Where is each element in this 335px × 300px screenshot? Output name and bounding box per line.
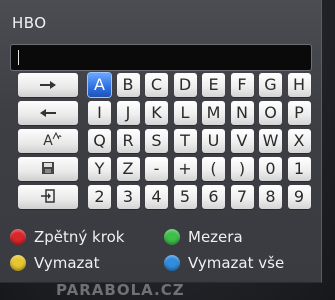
key-2[interactable]: 2: [88, 185, 111, 209]
key-Z[interactable]: Z: [116, 157, 140, 181]
key-W[interactable]: W: [259, 129, 282, 153]
legend-green-label: Mezera: [188, 228, 243, 246]
key-U[interactable]: U: [202, 129, 225, 153]
green-button-icon: [164, 229, 180, 245]
key-9[interactable]: 9: [287, 185, 311, 209]
key-4[interactable]: 4: [145, 185, 168, 209]
key-K[interactable]: K: [145, 101, 168, 125]
confirm-enter-key[interactable]: [18, 185, 78, 209]
key-6[interactable]: 6: [202, 185, 225, 209]
key-L[interactable]: L: [173, 101, 197, 125]
key-R[interactable]: R: [116, 129, 140, 153]
legend-blue: Vymazat vše: [164, 254, 284, 272]
key-E[interactable]: E: [202, 73, 225, 97]
arrow-left-icon: [38, 104, 58, 123]
legend-yellow-label: Vymazat: [34, 254, 100, 272]
text-input-field[interactable]: [10, 44, 312, 71]
key-Q[interactable]: Q: [88, 129, 111, 153]
dialog-title: HBO: [12, 14, 47, 32]
key-8[interactable]: 8: [259, 185, 282, 209]
key-+[interactable]: +: [173, 157, 197, 181]
cursor-left-key[interactable]: [18, 101, 78, 125]
key-7[interactable]: 7: [230, 185, 254, 209]
key-H[interactable]: H: [287, 73, 311, 97]
blue-button-icon: [164, 255, 180, 271]
save-icon: [41, 160, 55, 179]
key-3[interactable]: 3: [116, 185, 140, 209]
key-C[interactable]: C: [145, 73, 168, 97]
text-caret: [18, 50, 19, 65]
key-P[interactable]: P: [287, 101, 311, 125]
key--[interactable]: -: [145, 157, 168, 181]
confirm-enter-icon: [40, 188, 56, 207]
case-toggle-icon: A: [43, 132, 62, 149]
key-F[interactable]: F: [230, 73, 254, 97]
key-M[interactable]: M: [202, 101, 225, 125]
key-V[interactable]: V: [230, 129, 254, 153]
key-5[interactable]: 5: [173, 185, 197, 209]
cursor-right-key[interactable]: [18, 73, 78, 97]
legend-yellow: Vymazat: [10, 254, 100, 272]
key-J[interactable]: J: [116, 101, 140, 125]
key-S[interactable]: S: [145, 129, 168, 153]
key-Y[interactable]: Y: [88, 157, 111, 181]
key-G[interactable]: G: [259, 73, 282, 97]
virtual-keyboard-dialog: H B O A A B C D E F G H I J K L M N O P Q …: [0, 0, 322, 283]
save-key[interactable]: [18, 157, 78, 181]
legend-red: Zpětný krok: [10, 228, 124, 246]
key-X[interactable]: X: [287, 129, 311, 153]
key-N[interactable]: N: [230, 101, 254, 125]
legend-blue-label: Vymazat vše: [188, 254, 285, 272]
red-button-icon: [10, 229, 26, 245]
key-)[interactable]: ): [230, 157, 254, 181]
key-0[interactable]: 0: [259, 157, 282, 181]
key-O[interactable]: O: [259, 101, 282, 125]
key-A[interactable]: A: [88, 73, 111, 97]
watermark: PARABOLA.CZ: [56, 281, 185, 299]
case-toggle-key[interactable]: A: [18, 129, 78, 153]
key-1[interactable]: 1: [287, 157, 311, 181]
color-button-legend: Zpětný krok Mezera Vymazat Vymazat vše: [0, 222, 322, 282]
tv-screen: H B O A A B C D E F G H I J K L M N O P Q …: [0, 0, 335, 300]
key-B[interactable]: B: [116, 73, 140, 97]
legend-red-label: Zpětný krok: [34, 228, 125, 246]
keyboard-grid: A A B C D E F G H I J K L M N O P Q R S …: [12, 68, 314, 210]
yellow-button-icon: [10, 255, 26, 271]
key-([interactable]: (: [202, 157, 225, 181]
legend-green: Mezera: [164, 228, 243, 246]
arrow-right-icon: [38, 76, 58, 95]
key-I[interactable]: I: [88, 101, 111, 125]
key-D[interactable]: D: [173, 73, 197, 97]
key-T[interactable]: T: [173, 129, 197, 153]
